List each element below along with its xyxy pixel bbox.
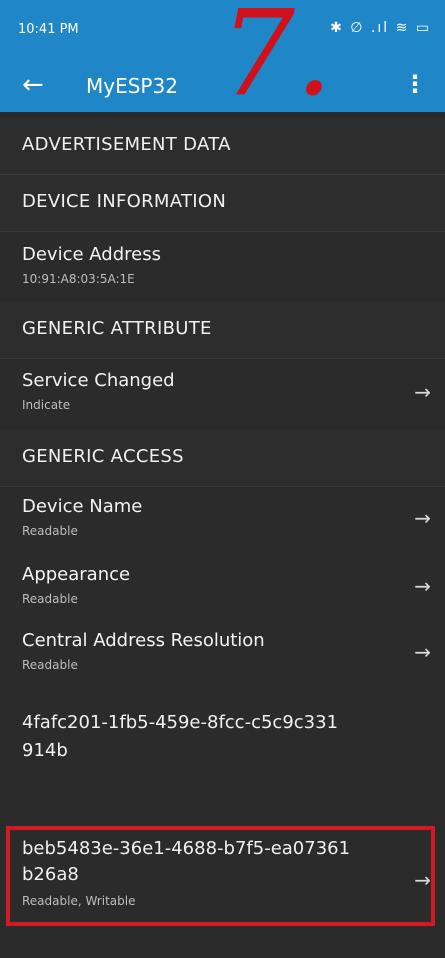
item-subtitle: Indicate <box>22 398 71 412</box>
item-device-address[interactable]: Device Address 10:91:A8:03:5A:1E <box>0 232 445 308</box>
item-service-changed[interactable]: Service Changed Indicate → <box>0 358 445 430</box>
item-title: Device Address <box>22 244 161 265</box>
section-device-information[interactable]: DEVICE INFORMATION <box>0 175 445 232</box>
uuid-line-1: 4fafc201-1fb5-459e-8fcc-c5c9c331 <box>22 712 339 733</box>
item-subtitle: Readable <box>22 524 78 538</box>
item-device-name[interactable]: Device Name Readable → <box>0 486 445 552</box>
item-title: Central Address Resolution <box>22 630 265 651</box>
chevron-right-icon: → <box>414 574 431 598</box>
chevron-right-icon: → <box>414 506 431 530</box>
item-title: Appearance <box>22 564 131 585</box>
item-subtitle: Readable <box>22 658 78 672</box>
chevron-right-icon: → <box>414 380 431 404</box>
item-appearance[interactable]: Appearance Readable → <box>0 554 445 620</box>
section-title: ADVERTISEMENT DATA <box>22 134 231 155</box>
back-arrow-icon[interactable]: ← <box>22 70 44 100</box>
section-title: GENERIC ATTRIBUTE <box>22 318 212 339</box>
section-generic-attribute[interactable]: GENERIC ATTRIBUTE <box>0 302 445 359</box>
item-title: Device Name <box>22 496 143 517</box>
custom-service-uuid[interactable]: 4fafc201-1fb5-459e-8fcc-c5c9c331 914b <box>0 704 445 774</box>
status-icons: ✱ ∅ .ıl ≋ ▭ <box>330 20 431 36</box>
uuid-line-2: 914b <box>22 740 68 761</box>
section-generic-access[interactable]: GENERIC ACCESS <box>0 430 445 487</box>
section-advertisement-data[interactable]: ADVERTISEMENT DATA <box>0 118 445 175</box>
section-title: DEVICE INFORMATION <box>22 191 227 212</box>
more-options-icon[interactable]: ⋮ <box>403 70 427 98</box>
section-title: GENERIC ACCESS <box>22 446 184 467</box>
chevron-right-icon: → <box>414 640 431 664</box>
item-title: Service Changed <box>22 370 175 391</box>
app-title: MyESP32 <box>86 74 178 98</box>
item-subtitle: 10:91:A8:03:5A:1E <box>22 272 135 286</box>
annotation-number: 7. <box>220 0 333 122</box>
item-central-address-resolution[interactable]: Central Address Resolution Readable → <box>0 620 445 686</box>
status-time: 10:41 PM <box>18 22 79 37</box>
highlight-box <box>6 826 435 926</box>
item-subtitle: Readable <box>22 592 78 606</box>
